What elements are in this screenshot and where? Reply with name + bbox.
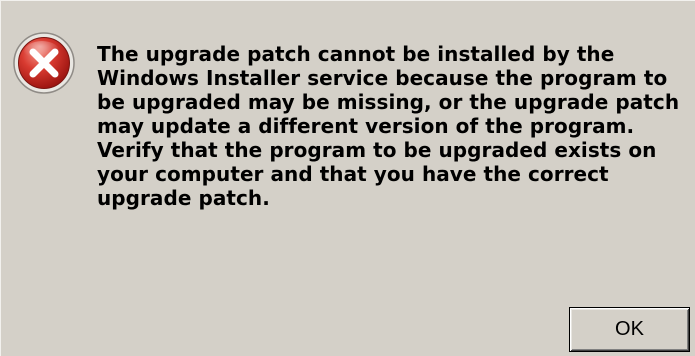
error-dialog: The upgrade patch cannot be installed by… (0, 0, 695, 356)
error-message: The upgrade patch cannot be installed by… (97, 42, 680, 210)
error-icon (13, 32, 75, 94)
ok-button[interactable]: OK (569, 307, 690, 352)
